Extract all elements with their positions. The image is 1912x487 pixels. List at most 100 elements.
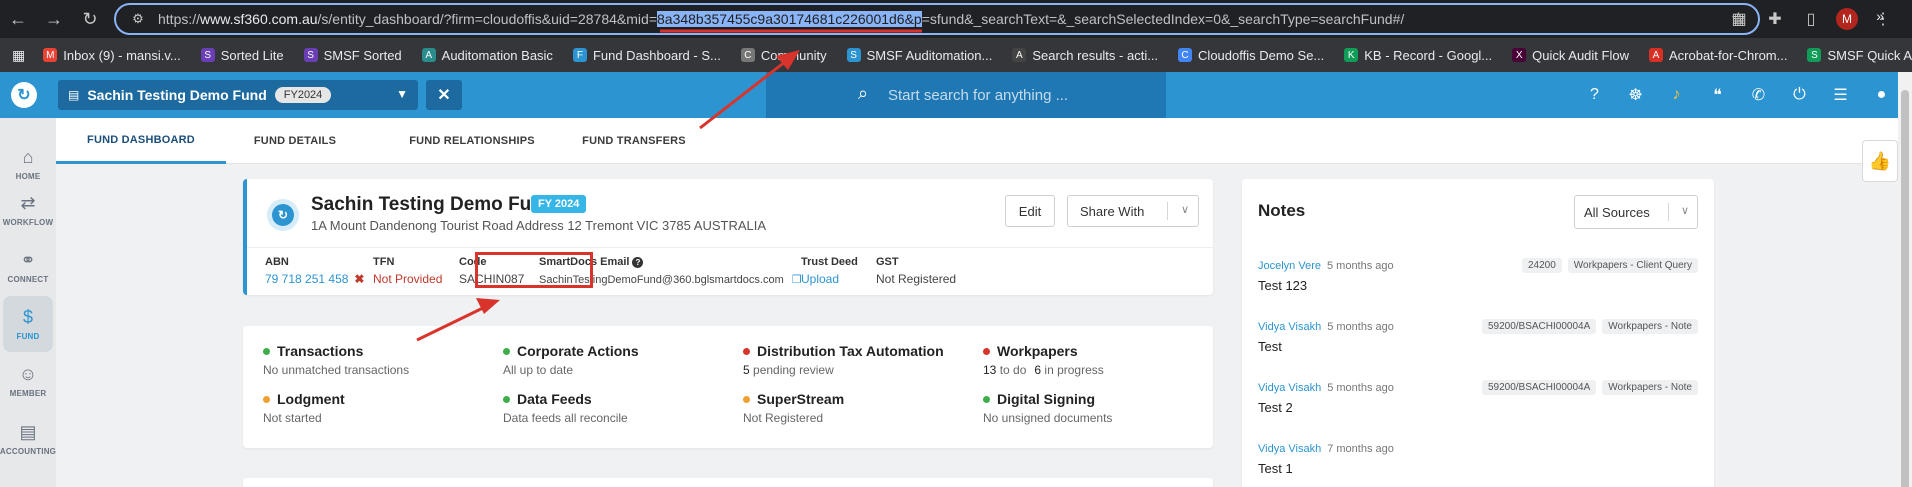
- sidebar-item-label: FUND: [16, 332, 40, 341]
- profile-button[interactable]: M: [1830, 2, 1864, 36]
- status-item[interactable]: Workpapers 13 to do 6 in progress: [983, 343, 1104, 377]
- edit-button[interactable]: Edit: [1005, 195, 1055, 227]
- bookmark-item[interactable]: S SMSF Auditomation...: [839, 42, 1001, 68]
- bookmark-item[interactable]: X Quick Audit Flow: [1504, 42, 1637, 68]
- bookmark-favicon-icon: S: [846, 48, 861, 62]
- site-info-icon[interactable]: ⚙: [128, 9, 148, 29]
- sidebar-item-accounting[interactable]: ▤ ACCOUNTING: [0, 411, 56, 467]
- sidebar-item-member[interactable]: ☺ MEMBER: [0, 353, 56, 409]
- status-item[interactable]: Data Feeds Data feeds all reconcile: [503, 391, 628, 425]
- bookmarks-overflow-icon[interactable]: »: [1876, 8, 1884, 24]
- abn-value[interactable]: 79 718 251 458 ✖: [265, 272, 364, 286]
- fund-selector[interactable]: ▤ Sachin Testing Demo Fund FY2024 ▼: [58, 80, 418, 110]
- status-item[interactable]: Distribution Tax Automation 5 pending rev…: [743, 343, 944, 377]
- apps-icon[interactable]: ▦: [6, 42, 31, 68]
- note-text: Test 123: [1258, 278, 1308, 293]
- header-icons: ? ☸ ♪ ❝ ✆ ⏻ ☰ ●: [1574, 72, 1902, 118]
- note-author-link[interactable]: Vidya Visakh: [1258, 321, 1321, 333]
- note-author-link[interactable]: Jocelyn Vere: [1258, 260, 1321, 272]
- reload-icon[interactable]: ↻: [72, 1, 108, 37]
- extensions-icon[interactable]: ✚: [1758, 2, 1792, 36]
- bot-icon[interactable]: ☸: [1615, 72, 1656, 118]
- status-item[interactable]: Corporate Actions All up to date: [503, 343, 639, 377]
- status-item[interactable]: Digital Signing No unsigned documents: [983, 391, 1112, 425]
- note-item[interactable]: Jocelyn Vere 5 months ago 24200 Workpapers …: [1258, 258, 1698, 293]
- note-item[interactable]: Vidya Visakh 5 months ago 59200/BSACHI0000…: [1258, 319, 1698, 354]
- chevron-down-icon: ∨: [1180, 204, 1189, 216]
- help-icon[interactable]: ?: [632, 256, 644, 268]
- status-dot-icon: [743, 347, 750, 355]
- bookmark-item[interactable]: A Acrobat-for-Chrom...: [1641, 42, 1795, 68]
- bookmark-item[interactable]: S SMSF Sorted: [296, 42, 410, 68]
- bookmark-item[interactable]: F Fund Dashboard - S...: [565, 42, 729, 68]
- global-search[interactable]: ⌕: [766, 72, 1166, 118]
- sidebar-item-connect[interactable]: ⚭ CONNECT: [0, 239, 56, 295]
- status-subtitle: No unsigned documents: [983, 411, 1113, 425]
- bookmark-item[interactable]: S Sorted Lite: [193, 42, 292, 68]
- bookmark-label: SMSF Sorted: [323, 47, 402, 63]
- bookmark-item[interactable]: A Auditomation Basic: [414, 42, 561, 68]
- sidebar-item-workflow[interactable]: ⇄ WORKFLOW: [0, 182, 56, 238]
- status-title: Data Feeds: [503, 391, 628, 407]
- bookmark-item[interactable]: S SMSF Quick Audit P...: [1799, 42, 1912, 68]
- page-scrollbar[interactable]: [1898, 72, 1912, 487]
- bookmark-favicon-icon: S: [1807, 48, 1822, 62]
- grid-menu-icon[interactable]: ☰: [1820, 72, 1861, 118]
- power-icon[interactable]: ⏻: [1779, 72, 1820, 118]
- chevron-down-icon: ∨: [1680, 205, 1689, 217]
- side-panel-icon[interactable]: ▯: [1794, 2, 1828, 36]
- tab-fund-dashboard[interactable]: FUND DASHBOARD: [56, 118, 226, 164]
- note-time: 5 months ago: [1326, 260, 1394, 272]
- note-item[interactable]: Vidya Visakh 7 months ago Test 1: [1258, 443, 1698, 476]
- note-author-link[interactable]: Vidya Visakh: [1258, 382, 1321, 394]
- status-subtitle-text: pending review: [749, 363, 834, 377]
- bookmark-item[interactable]: A Search results - acti...: [1004, 42, 1166, 68]
- back-icon[interactable]: ←: [0, 1, 36, 37]
- tab-fund-relationships[interactable]: FUND RELATIONSHIPS: [376, 118, 568, 164]
- help-icon[interactable]: ?: [1574, 72, 1615, 118]
- user-icon[interactable]: ●: [1861, 72, 1902, 118]
- scrollbar-thumb[interactable]: [1901, 90, 1909, 487]
- note-tag: 59200/BSACHI00004A: [1481, 319, 1597, 334]
- sidebar-item-label: CONNECT: [7, 275, 49, 284]
- phone-icon[interactable]: ✆: [1738, 72, 1779, 118]
- note-author-link[interactable]: Vidya Visakh: [1258, 443, 1321, 455]
- status-subtitle: 5 pending review: [743, 363, 944, 377]
- url-text[interactable]: https://www.sf360.com.au/s/entity_dashbo…: [158, 11, 1404, 27]
- trust-deed-upload-link[interactable]: Upload: [801, 272, 839, 286]
- status-title-text: SuperStream: [757, 391, 845, 407]
- sidebar-item-fund[interactable]: $ FUND: [3, 296, 53, 352]
- notification-bell-icon[interactable]: ♪: [1656, 72, 1697, 118]
- bookmark-item[interactable]: C Cloudoffis Demo Se...: [1170, 42, 1332, 68]
- sources-filter-dropdown[interactable]: All Sources ∨: [1574, 195, 1698, 229]
- next-card: [243, 478, 1213, 487]
- sidebar-item-label: WORKFLOW: [2, 218, 54, 227]
- feedback-thumbs-up-icon[interactable]: 👍: [1862, 140, 1898, 182]
- chat-icon[interactable]: ❝: [1697, 72, 1738, 118]
- qr-code-icon[interactable]: ▦: [1722, 2, 1756, 36]
- note-tags: 59200/BSACHI00004A Workpapers - Note: [1481, 380, 1698, 395]
- tab-fund-details[interactable]: FUND DETAILS: [236, 118, 354, 164]
- excel-export-button[interactable]: ✕: [426, 80, 462, 110]
- forward-icon[interactable]: →: [36, 1, 72, 37]
- bookmark-item[interactable]: C Community: [733, 42, 835, 68]
- bookmark-label: Acrobat-for-Chrom...: [1668, 47, 1788, 63]
- share-with-dropdown[interactable]: Share With ∨: [1067, 195, 1199, 227]
- annotation-highlight-box: [475, 252, 593, 288]
- search-input[interactable]: [888, 86, 1148, 104]
- status-item[interactable]: Lodgment Not started: [263, 391, 345, 425]
- sidebar-accounting-icon: ▤: [19, 422, 37, 442]
- status-title-text: Distribution Tax Automation: [757, 343, 944, 359]
- bookmark-label: Search results - acti...: [1032, 47, 1159, 63]
- fund-title: Sachin Testing Demo Fund: [311, 194, 555, 215]
- status-item[interactable]: SuperStream Not Registered: [743, 391, 844, 425]
- tab-fund-transfers[interactable]: FUND TRANSFERS: [570, 118, 698, 164]
- status-title: Digital Signing: [983, 391, 1112, 407]
- bookmark-item[interactable]: K KB - Record - Googl...: [1336, 42, 1500, 68]
- note-item[interactable]: Vidya Visakh 5 months ago 59200/BSACHI0000…: [1258, 380, 1698, 415]
- status-title-text: Transactions: [277, 343, 364, 359]
- sf360-logo[interactable]: ↻: [0, 72, 48, 118]
- address-bar[interactable]: ⚙ https://www.sf360.com.au/s/entity_dash…: [114, 3, 1760, 35]
- bookmark-item[interactable]: M Inbox (9) - mansi.v...: [35, 42, 189, 68]
- status-item[interactable]: Transactions No unmatched transactions: [263, 343, 409, 377]
